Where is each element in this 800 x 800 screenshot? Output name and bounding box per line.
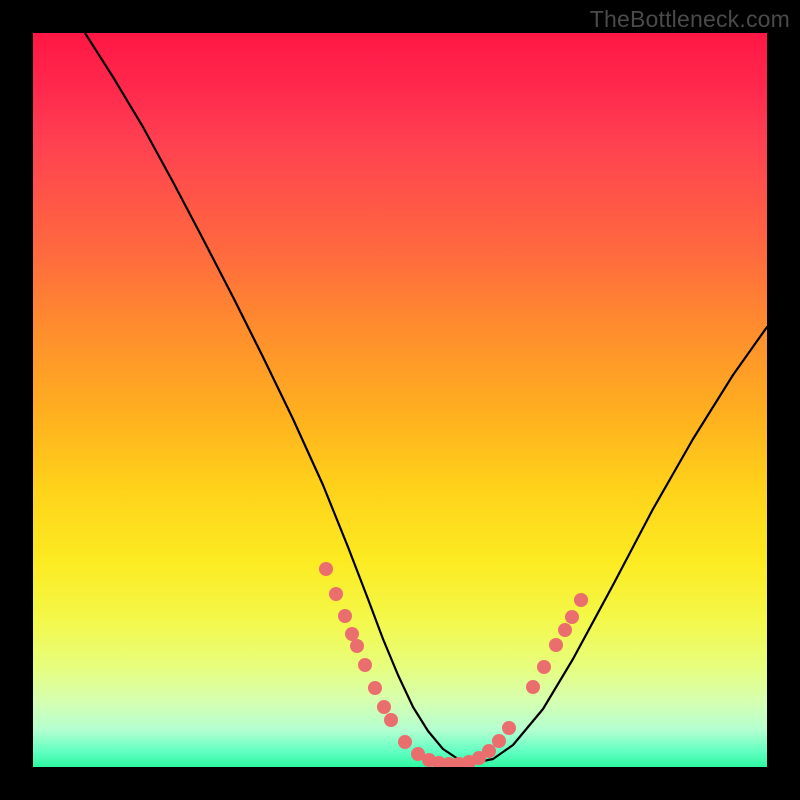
marker-layer — [319, 562, 588, 767]
chart-svg — [33, 33, 767, 767]
watermark-text: TheBottleneck.com — [590, 6, 790, 33]
curve-marker — [319, 562, 333, 576]
curve-marker — [338, 609, 352, 623]
curve-marker — [502, 721, 516, 735]
curve-marker — [345, 627, 359, 641]
curve-marker — [368, 681, 382, 695]
plot-area — [33, 33, 767, 767]
bottleneck-curve — [85, 33, 767, 763]
chart-frame: TheBottleneck.com — [0, 0, 800, 800]
curve-layer — [85, 33, 767, 763]
curve-marker — [350, 639, 364, 653]
curve-marker — [526, 680, 540, 694]
curve-marker — [398, 735, 412, 749]
curve-marker — [482, 744, 496, 758]
curve-marker — [574, 593, 588, 607]
curve-marker — [558, 623, 572, 637]
curve-marker — [329, 587, 343, 601]
curve-marker — [549, 638, 563, 652]
curve-marker — [377, 700, 391, 714]
curve-marker — [492, 734, 506, 748]
curve-marker — [358, 658, 372, 672]
curve-marker — [565, 610, 579, 624]
curve-marker — [384, 713, 398, 727]
curve-marker — [537, 660, 551, 674]
